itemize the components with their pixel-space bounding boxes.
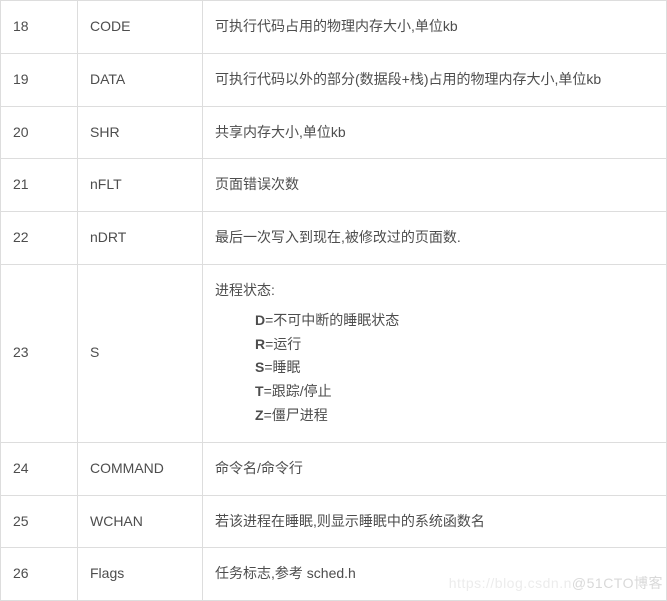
- cell-desc: 进程状态: D=不可中断的睡眠状态 R=运行 S=睡眠 T=跟踪/停止 Z=僵尸…: [203, 264, 667, 442]
- cell-num: 24: [1, 442, 78, 495]
- table-row: 20 SHR 共享内存大小,单位kb: [1, 106, 667, 159]
- table-row: 21 nFLT 页面错误次数: [1, 159, 667, 212]
- cell-num: 18: [1, 1, 78, 54]
- cell-num: 22: [1, 212, 78, 265]
- table-row: 19 DATA 可执行代码以外的部分(数据段+栈)占用的物理内存大小,单位kb: [1, 53, 667, 106]
- cell-num: 21: [1, 159, 78, 212]
- cell-name: nFLT: [78, 159, 203, 212]
- table-row: 25 WCHAN 若该进程在睡眠,则显示睡眠中的系统函数名: [1, 495, 667, 548]
- cell-desc: 可执行代码以外的部分(数据段+栈)占用的物理内存大小,单位kb: [203, 53, 667, 106]
- fields-table: 18 CODE 可执行代码占用的物理内存大小,单位kb 19 DATA 可执行代…: [0, 0, 667, 601]
- cell-name: DATA: [78, 53, 203, 106]
- cell-num: 20: [1, 106, 78, 159]
- status-item: Z=僵尸进程: [255, 404, 654, 428]
- cell-name: S: [78, 264, 203, 442]
- cell-name: COMMAND: [78, 442, 203, 495]
- cell-desc: 任务标志,参考 sched.h: [203, 548, 667, 601]
- status-item: D=不可中断的睡眠状态: [255, 309, 654, 333]
- cell-desc: 命令名/命令行: [203, 442, 667, 495]
- status-item: R=运行: [255, 333, 654, 357]
- cell-num: 26: [1, 548, 78, 601]
- cell-num: 23: [1, 264, 78, 442]
- status-item: S=睡眠: [255, 356, 654, 380]
- status-item: T=跟踪/停止: [255, 380, 654, 404]
- cell-num: 19: [1, 53, 78, 106]
- cell-name: nDRT: [78, 212, 203, 265]
- cell-desc: 可执行代码占用的物理内存大小,单位kb: [203, 1, 667, 54]
- cell-name: Flags: [78, 548, 203, 601]
- cell-desc: 页面错误次数: [203, 159, 667, 212]
- table-row: 18 CODE 可执行代码占用的物理内存大小,单位kb: [1, 1, 667, 54]
- cell-name: CODE: [78, 1, 203, 54]
- table-row: 22 nDRT 最后一次写入到现在,被修改过的页面数.: [1, 212, 667, 265]
- table-row: 23 S 进程状态: D=不可中断的睡眠状态 R=运行 S=睡眠 T=跟踪/停止…: [1, 264, 667, 442]
- cell-desc: 共享内存大小,单位kb: [203, 106, 667, 159]
- cell-num: 25: [1, 495, 78, 548]
- table-row: 24 COMMAND 命令名/命令行: [1, 442, 667, 495]
- status-title: 进程状态:: [215, 282, 275, 298]
- cell-name: SHR: [78, 106, 203, 159]
- cell-desc: 最后一次写入到现在,被修改过的页面数.: [203, 212, 667, 265]
- cell-name: WCHAN: [78, 495, 203, 548]
- status-list: D=不可中断的睡眠状态 R=运行 S=睡眠 T=跟踪/停止 Z=僵尸进程: [215, 309, 654, 428]
- cell-desc: 若该进程在睡眠,则显示睡眠中的系统函数名: [203, 495, 667, 548]
- table-row: 26 Flags 任务标志,参考 sched.h: [1, 548, 667, 601]
